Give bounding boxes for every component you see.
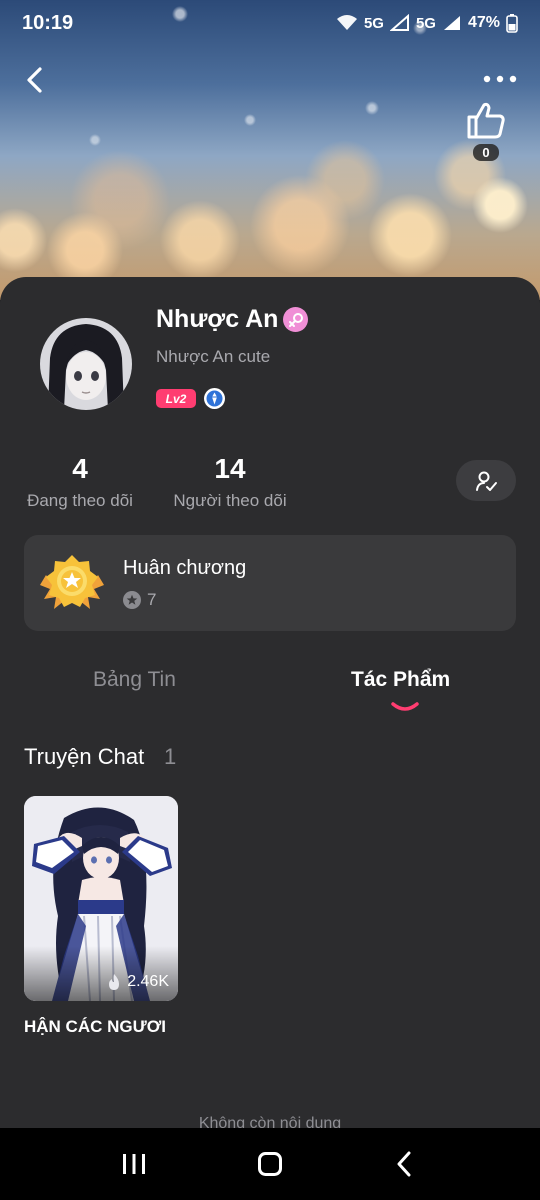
flame-icon	[109, 974, 120, 990]
following-stat[interactable]: 4 Đang theo dõi	[24, 452, 136, 511]
story-view-count: 2.46K	[127, 973, 169, 990]
status-icons: 5G 5G 47%	[336, 13, 518, 33]
medal-icon	[40, 553, 104, 613]
rank-emblem-icon	[206, 390, 223, 407]
section-count: 1	[164, 744, 177, 769]
recent-apps-button[interactable]	[104, 1142, 164, 1186]
gender-badge	[283, 307, 308, 332]
back-arrow-icon	[27, 67, 42, 93]
profile-bio: Nhược An cute	[156, 347, 271, 366]
thumbs-up-icon	[467, 102, 505, 139]
story-card[interactable]: 2.46K	[24, 796, 178, 1001]
followers-stat[interactable]: 14 Người theo dõi	[170, 452, 290, 511]
tab-works[interactable]: Tác Phẩm	[351, 668, 450, 702]
more-options-button[interactable]	[478, 64, 522, 94]
system-navigation-bar	[0, 1128, 540, 1200]
battery-icon	[506, 14, 518, 33]
home-icon	[258, 1152, 282, 1176]
tab-feed[interactable]: Bảng Tin	[93, 668, 176, 702]
system-back-button[interactable]	[374, 1142, 434, 1186]
following-status-button[interactable]	[456, 460, 516, 501]
badge-star-icon	[123, 591, 141, 609]
status-bar: 10:19 5G 5G 47%	[0, 0, 540, 46]
more-dots-icon	[483, 75, 517, 83]
rank-badge	[204, 388, 225, 409]
story-views: 2.46K	[106, 973, 169, 991]
signal-1-icon	[389, 14, 409, 31]
following-count: 4	[72, 453, 88, 484]
profile-name: Nhược An	[156, 305, 279, 333]
medal-title: Huân chương	[123, 557, 247, 579]
battery-percent: 47%	[467, 14, 500, 31]
story-title[interactable]: HẬN CÁC NGƯƠI	[24, 1017, 166, 1037]
female-icon	[288, 312, 303, 327]
section-title: Truyện Chat	[24, 744, 145, 769]
followers-count: 14	[214, 453, 246, 484]
back-button[interactable]	[16, 60, 52, 100]
status-time: 10:19	[22, 11, 74, 34]
user-check-icon	[476, 471, 497, 491]
like-button[interactable]: 0	[462, 100, 510, 166]
active-tab-indicator	[391, 702, 419, 711]
level-badge: Lv2	[156, 389, 196, 408]
recent-apps-icon	[123, 1154, 145, 1174]
like-count: 0	[473, 144, 499, 161]
network-1-label: 5G	[363, 14, 384, 32]
home-button[interactable]	[240, 1142, 300, 1186]
avatar[interactable]	[40, 318, 132, 410]
following-label: Đang theo dõi	[27, 491, 133, 510]
followers-label: Người theo dõi	[173, 491, 287, 510]
medal-card[interactable]: Huân chương 7	[24, 535, 516, 631]
wifi-icon	[336, 15, 357, 30]
system-back-icon	[397, 1151, 411, 1177]
avatar-image	[40, 318, 132, 410]
signal-2-icon	[443, 16, 460, 30]
medal-count: 7	[147, 590, 157, 609]
network-2-label: 5G	[415, 14, 436, 32]
